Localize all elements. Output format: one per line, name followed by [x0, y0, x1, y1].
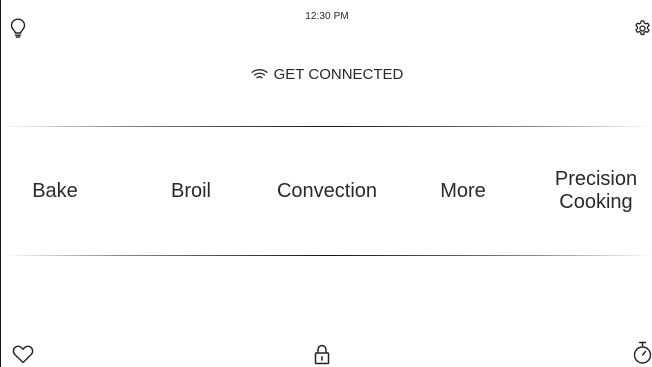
mode-bake-label: Bake — [32, 179, 78, 202]
mode-precision-label-line1: Precision — [554, 168, 638, 190]
lock-icon[interactable] — [313, 343, 331, 365]
status-time: 12:30 PM — [305, 11, 349, 22]
heart-icon[interactable] — [11, 344, 35, 364]
timer-icon[interactable] — [632, 340, 652, 365]
mode-precision-cooking-button[interactable]: Precision Cooking — [541, 127, 651, 255]
mode-broil-label: Broil — [170, 179, 211, 202]
mode-more-button[interactable]: More — [425, 127, 501, 255]
divider-bottom — [1, 255, 652, 256]
mode-more-label: More — [440, 179, 486, 202]
wifi-icon — [251, 68, 268, 81]
mode-convection-button[interactable]: Convection — [261, 127, 393, 255]
mode-bake-button[interactable]: Bake — [15, 127, 95, 255]
oven-control-screen: 12:30 PM GET CONNECTED Bake Broil Convec… — [0, 0, 652, 367]
mode-convection-label: Convection — [276, 179, 378, 202]
get-connected-button[interactable]: GET CONNECTED — [1, 66, 652, 83]
mode-broil-button[interactable]: Broil — [151, 127, 231, 255]
get-connected-label: GET CONNECTED — [273, 66, 404, 83]
cooking-mode-row: Bake Broil Convection More Precision Coo… — [1, 127, 652, 255]
mode-precision-label-line2: Cooking — [559, 191, 633, 213]
gear-icon[interactable] — [632, 18, 652, 38]
